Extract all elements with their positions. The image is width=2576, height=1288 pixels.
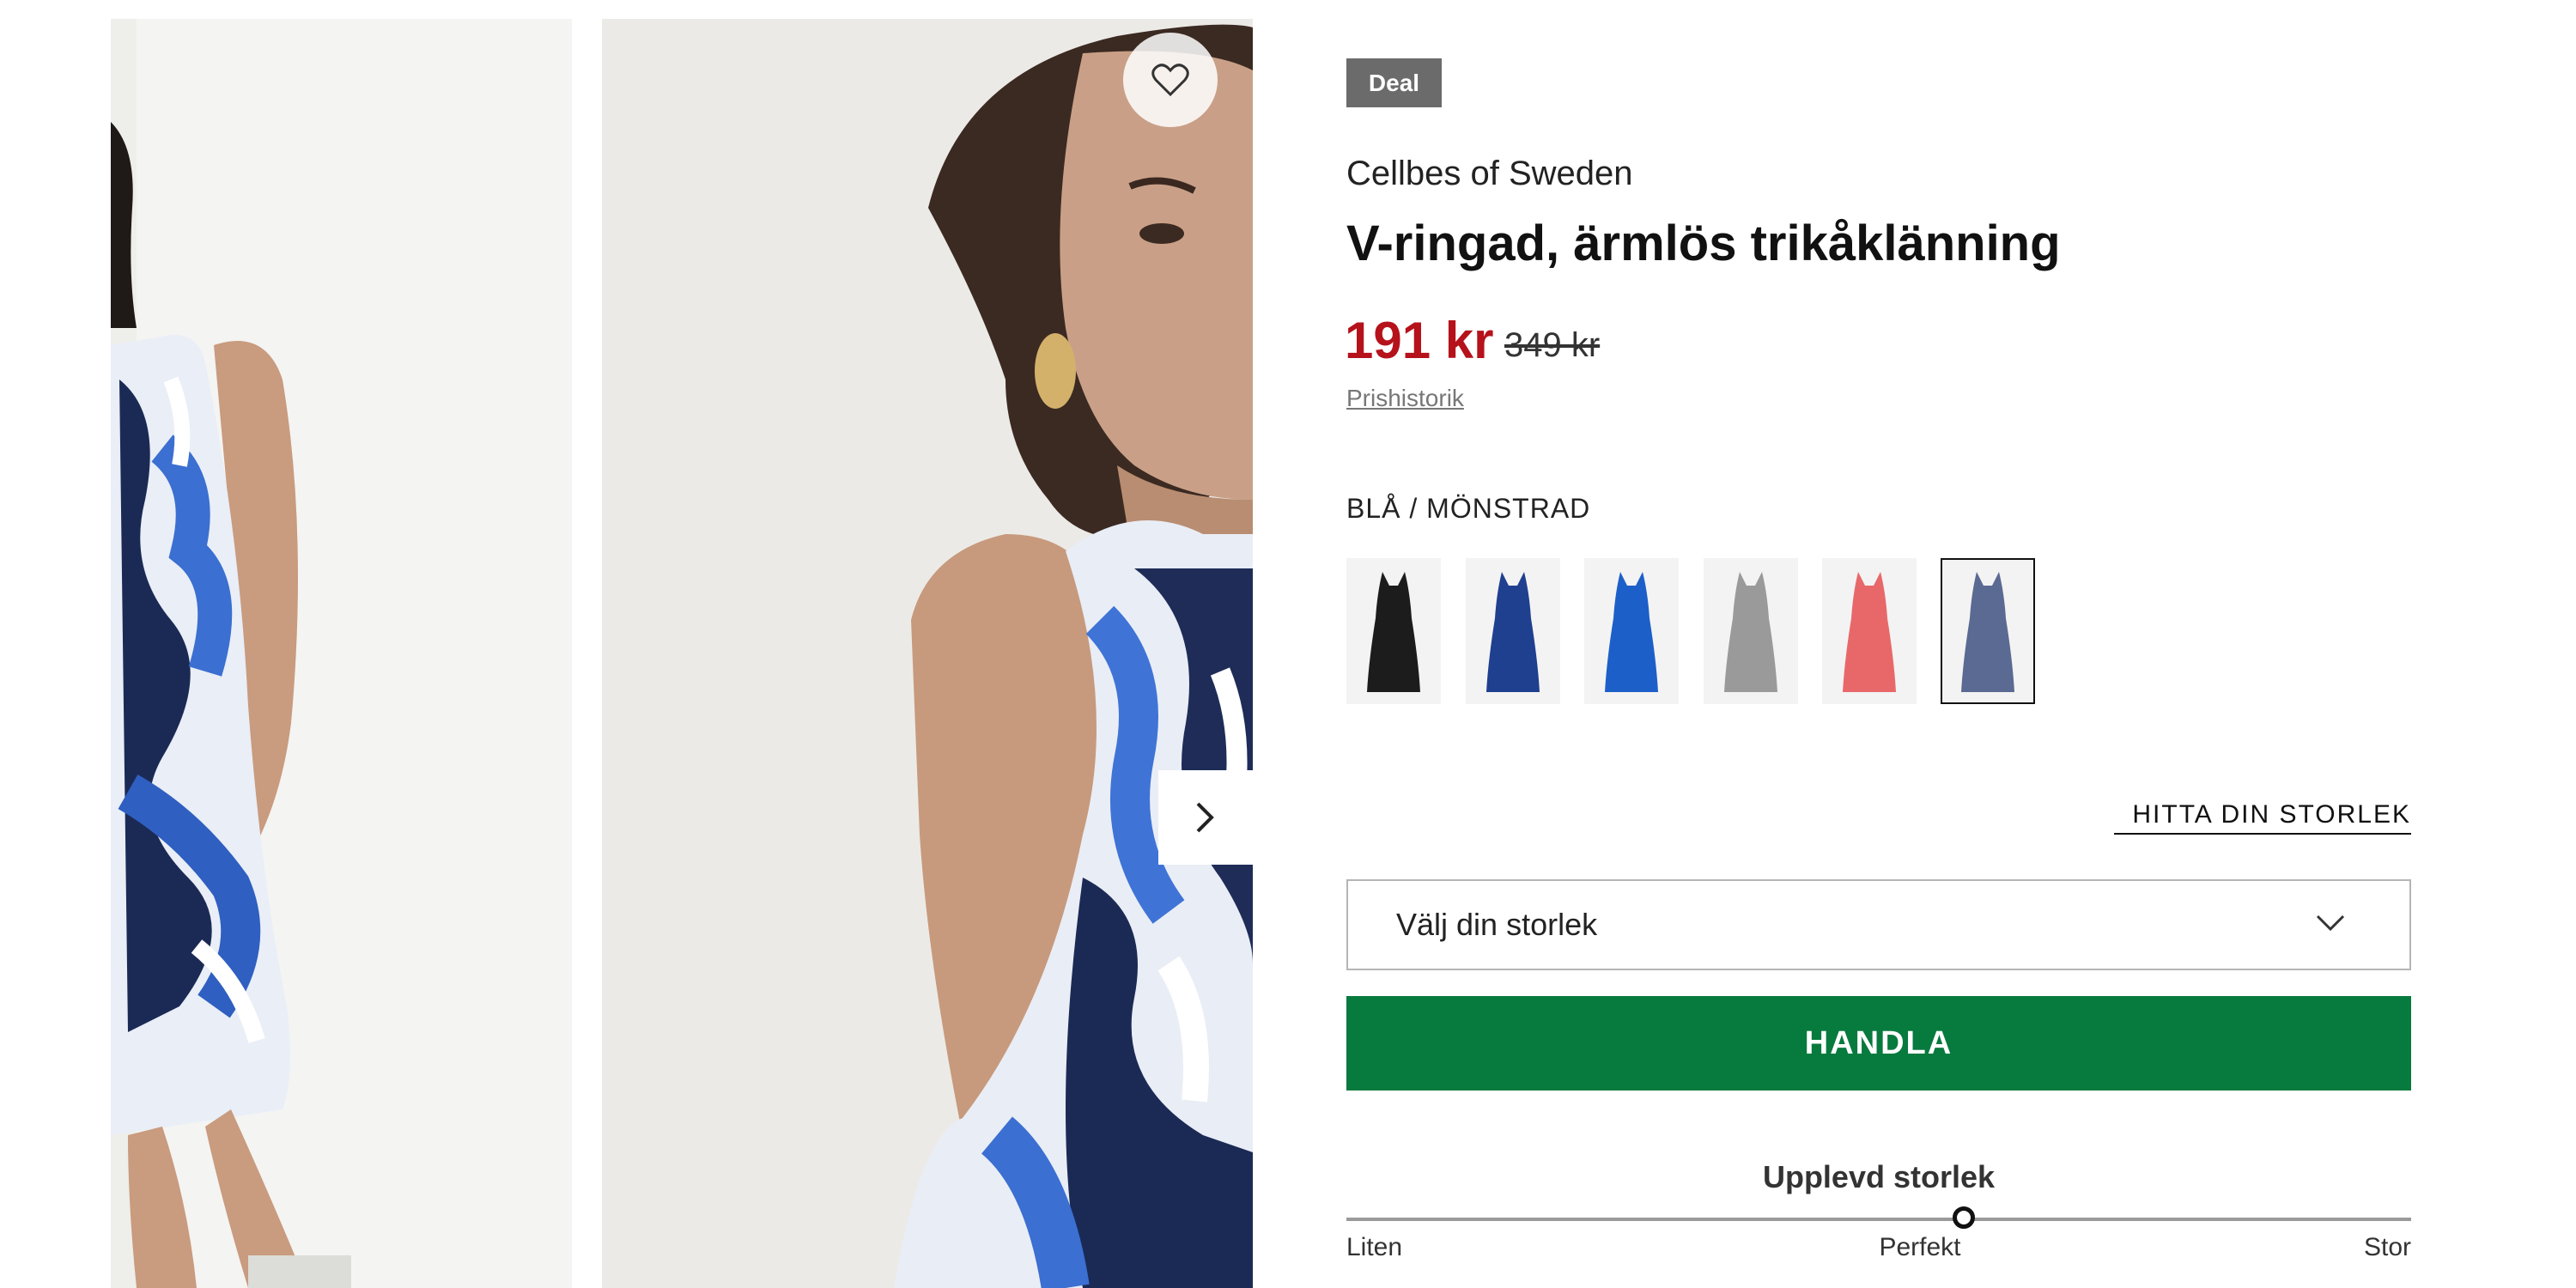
color-swatch-blue-pattern[interactable]	[1941, 558, 2035, 704]
dress-thumbnail-icon	[1724, 572, 1777, 692]
product-photo-full-body[interactable]	[111, 19, 572, 1288]
color-swatch-black[interactable]	[1346, 558, 1441, 704]
next-image-button[interactable]	[1158, 770, 1253, 865]
original-price: 349 kr	[1504, 326, 1601, 364]
size-select-placeholder: Välj din storlek	[1396, 907, 1598, 942]
color-swatch-royal-blue[interactable]	[1584, 558, 1679, 704]
selected-color-label: BLÅ / MÖNSTRAD	[1346, 493, 1591, 524]
product-title: V-ringad, ärmlös trikåklänning	[1346, 216, 2061, 271]
price-history-link[interactable]: Prishistorik	[1346, 385, 1464, 412]
heart-icon	[1151, 64, 1189, 97]
dress-thumbnail-icon	[1843, 572, 1896, 692]
chevron-right-icon	[1196, 802, 1214, 833]
chevron-down-icon	[2316, 914, 2345, 932]
dress-thumbnail-icon	[1605, 572, 1658, 692]
perceived-size-marker	[1953, 1206, 1976, 1229]
model-closeup-photo	[602, 19, 1253, 1288]
fit-label-small: Liten	[1346, 1233, 1403, 1261]
fit-label-large: Stor	[2363, 1233, 2411, 1261]
deal-badge: Deal	[1346, 58, 1442, 107]
size-select[interactable]: Välj din storlek	[1346, 879, 2411, 970]
color-swatch-coral-pattern[interactable]	[1822, 558, 1917, 704]
fit-label-perfect: Perfekt	[1879, 1233, 1961, 1261]
buy-button[interactable]: HANDLA	[1346, 996, 2411, 1091]
dress-thumbnail-icon	[1961, 572, 2014, 692]
find-your-size-link[interactable]: HITTA DIN STORLEK	[2114, 800, 2411, 835]
product-photo-closeup[interactable]	[602, 19, 1253, 1288]
dress-thumbnail-icon	[1367, 572, 1420, 692]
current-price: 191 kr	[1345, 312, 1494, 369]
perceived-size-track	[1346, 1218, 2411, 1221]
dress-thumbnail-icon	[1486, 572, 1540, 692]
perceived-size-title: Upplevd storlek	[1762, 1159, 1996, 1194]
color-swatch-grey-pattern[interactable]	[1704, 558, 1798, 704]
wishlist-button[interactable]	[1123, 33, 1218, 127]
model-full-body-photo	[111, 19, 572, 1288]
product-brand[interactable]: Cellbes of Sweden	[1346, 155, 1633, 193]
color-swatch-navy[interactable]	[1466, 558, 1560, 704]
